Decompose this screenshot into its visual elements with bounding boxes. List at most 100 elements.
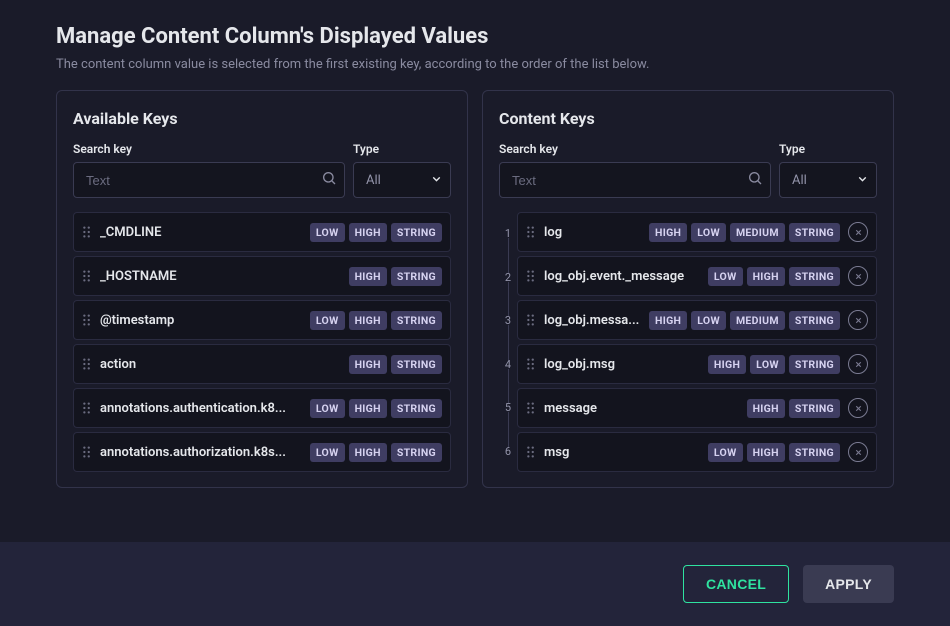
available-search-input[interactable] (73, 162, 345, 198)
key-name: _CMDLINE (100, 225, 302, 240)
drag-handle-icon[interactable] (82, 225, 92, 239)
available-controls: Search key Type All (73, 142, 451, 198)
tag: LOW (691, 223, 726, 242)
drag-handle-icon[interactable] (82, 445, 92, 459)
content-type-label: Type (779, 142, 877, 156)
available-keys-panel: Available Keys Search key Type All (56, 90, 468, 488)
tag: STRING (789, 311, 840, 330)
tag: HIGH (649, 223, 687, 242)
tag: HIGH (747, 443, 785, 462)
list-item[interactable]: annotations.authentication.k8...LOWHIGHS… (73, 388, 451, 428)
tag: STRING (789, 223, 840, 242)
tag: LOW (691, 311, 726, 330)
tag-group: LOWHIGHSTRING (310, 223, 442, 242)
tag: MEDIUM (730, 223, 785, 242)
row-index: 5 (499, 386, 517, 430)
remove-button[interactable] (848, 310, 868, 330)
tag: LOW (310, 443, 345, 462)
list-item[interactable]: _HOSTNAME HIGHSTRING (73, 256, 451, 296)
tag: STRING (391, 267, 442, 286)
content-search-label: Search key (499, 142, 771, 156)
row-index: 3 (499, 299, 517, 343)
tag-group: LOWHIGHSTRING (310, 311, 442, 330)
cancel-button[interactable]: CANCEL (683, 565, 789, 603)
drag-handle-icon[interactable] (82, 357, 92, 371)
list-item[interactable]: log_obj.event._messageLOWHIGHSTRING (517, 256, 877, 296)
content-controls: Search key Type All (499, 142, 877, 198)
list-item[interactable]: action HIGHSTRING (73, 344, 451, 384)
tag: HIGH (349, 267, 387, 286)
key-name: @timestamp (100, 313, 302, 328)
dialog-footer: CANCEL APPLY (0, 542, 950, 626)
list-item[interactable]: log HIGHLOWMEDIUMSTRING (517, 212, 877, 252)
available-list[interactable]: _CMDLINELOWHIGHSTRING_HOSTNAMEHIGHSTRING… (73, 208, 451, 473)
tag: LOW (708, 443, 743, 462)
content-search-input[interactable] (499, 162, 771, 198)
apply-button[interactable]: APPLY (803, 565, 894, 603)
drag-handle-icon[interactable] (526, 225, 536, 239)
list-item[interactable]: msgLOWHIGHSTRING (517, 432, 877, 472)
key-name: action (100, 357, 341, 372)
list-item[interactable]: log_obj.messa... HIGHLOWMEDIUMSTRING (517, 300, 877, 340)
content-index-column: 123456 (499, 208, 517, 473)
drag-handle-icon[interactable] (526, 357, 536, 371)
tag: STRING (391, 355, 442, 374)
drag-handle-icon[interactable] (526, 313, 536, 327)
row-index: 6 (499, 430, 517, 474)
dialog: Manage Content Column's Displayed Values… (0, 0, 950, 626)
list-item[interactable]: _CMDLINE LOWHIGHSTRING (73, 212, 451, 252)
tag: LOW (310, 399, 345, 418)
drag-handle-icon[interactable] (82, 313, 92, 327)
tag: LOW (310, 311, 345, 330)
key-name: _HOSTNAME (100, 269, 341, 284)
content-type-select[interactable]: All (779, 162, 877, 198)
key-name: log_obj.msg (544, 357, 700, 372)
list-item[interactable]: message HIGHSTRING (517, 388, 877, 428)
tag: HIGH (349, 399, 387, 418)
available-type-select[interactable]: All (353, 162, 451, 198)
tag: HIGH (349, 355, 387, 374)
dialog-header: Manage Content Column's Displayed Values… (0, 0, 950, 90)
drag-handle-icon[interactable] (82, 269, 92, 283)
content-keys-panel: Content Keys Search key Type All (482, 90, 894, 488)
tag: STRING (789, 399, 840, 418)
tag-group: HIGHSTRING (349, 355, 442, 374)
content-list[interactable]: logHIGHLOWMEDIUMSTRINGlog_obj.event._mes… (517, 208, 877, 473)
tag: HIGH (349, 223, 387, 242)
tag: HIGH (349, 311, 387, 330)
content-keys-title: Content Keys (499, 109, 877, 128)
tag: STRING (789, 355, 840, 374)
list-item[interactable]: @timestamp LOWHIGHSTRING (73, 300, 451, 340)
dialog-subtitle: The content column value is selected fro… (56, 57, 894, 72)
tag-group: HIGHLOWMEDIUMSTRING (649, 311, 840, 330)
tag: HIGH (708, 355, 746, 374)
tag-group: HIGHSTRING (349, 267, 442, 286)
remove-button[interactable] (848, 398, 868, 418)
key-name: message (544, 401, 739, 416)
tag: STRING (789, 443, 840, 462)
remove-button[interactable] (848, 442, 868, 462)
tag-group: LOWHIGHSTRING (310, 443, 442, 462)
tag-group: HIGHLOWSTRING (708, 355, 840, 374)
row-index: 1 (499, 212, 517, 256)
key-name: log_obj.messa... (544, 313, 641, 328)
available-keys-title: Available Keys (73, 109, 451, 128)
list-item[interactable]: log_obj.msg HIGHLOWSTRING (517, 344, 877, 384)
row-index: 2 (499, 256, 517, 300)
dialog-title: Manage Content Column's Displayed Values (56, 24, 894, 49)
content-list-area: 123456 logHIGHLOWMEDIUMSTRINGlog_obj.eve… (499, 208, 877, 473)
key-name: log (544, 225, 641, 240)
drag-handle-icon[interactable] (82, 401, 92, 415)
remove-button[interactable] (848, 266, 868, 286)
remove-button[interactable] (848, 354, 868, 374)
drag-handle-icon[interactable] (526, 401, 536, 415)
available-list-area: _CMDLINELOWHIGHSTRING_HOSTNAMEHIGHSTRING… (73, 208, 451, 473)
panels-container: Available Keys Search key Type All (0, 90, 950, 500)
tag: HIGH (747, 399, 785, 418)
key-name: annotations.authentication.k8... (100, 401, 302, 416)
drag-handle-icon[interactable] (526, 269, 536, 283)
remove-button[interactable] (848, 222, 868, 242)
list-item[interactable]: annotations.authorization.k8s... LOWHIGHS… (73, 432, 451, 472)
drag-handle-icon[interactable] (526, 445, 536, 459)
key-name: annotations.authorization.k8s... (100, 445, 302, 460)
